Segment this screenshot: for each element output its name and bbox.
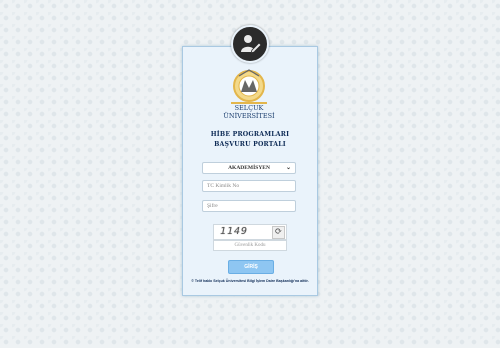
role-select-value: AKADEMİSYEN — [228, 165, 270, 171]
tc-input[interactable]: TC Kimlik No — [202, 180, 296, 192]
title-line1: HİBE PROGRAMLARI — [210, 131, 290, 138]
password-input[interactable]: Şifre — [202, 200, 296, 212]
captcha-code: 1149 — [220, 226, 249, 237]
user-edit-icon — [231, 25, 269, 63]
logo-text-line1: SELÇUK — [234, 104, 264, 112]
title-line2: BAŞVURU PORTALI — [214, 141, 286, 148]
university-logo: SELÇUK ÜNİVERSİTESİ — [223, 62, 275, 122]
refresh-icon[interactable]: ⟳ — [272, 226, 285, 239]
copyright-text: © Telif hakkı Selçuk Üniversitesi Bilgi … — [191, 279, 309, 283]
login-button[interactable]: GİRİŞ — [228, 260, 274, 274]
captcha-input[interactable]: Güvenlik Kodu — [213, 240, 287, 251]
captcha-image: 1149 ⟳ — [213, 224, 287, 240]
role-select[interactable]: AKADEMİSYEN ⌄ — [202, 162, 296, 174]
page-title: HİBE PROGRAMLARI BAŞVURU PORTALI — [183, 130, 317, 150]
logo-text-line2: ÜNİVERSİTESİ — [223, 112, 275, 120]
chevron-down-icon: ⌄ — [285, 165, 291, 171]
